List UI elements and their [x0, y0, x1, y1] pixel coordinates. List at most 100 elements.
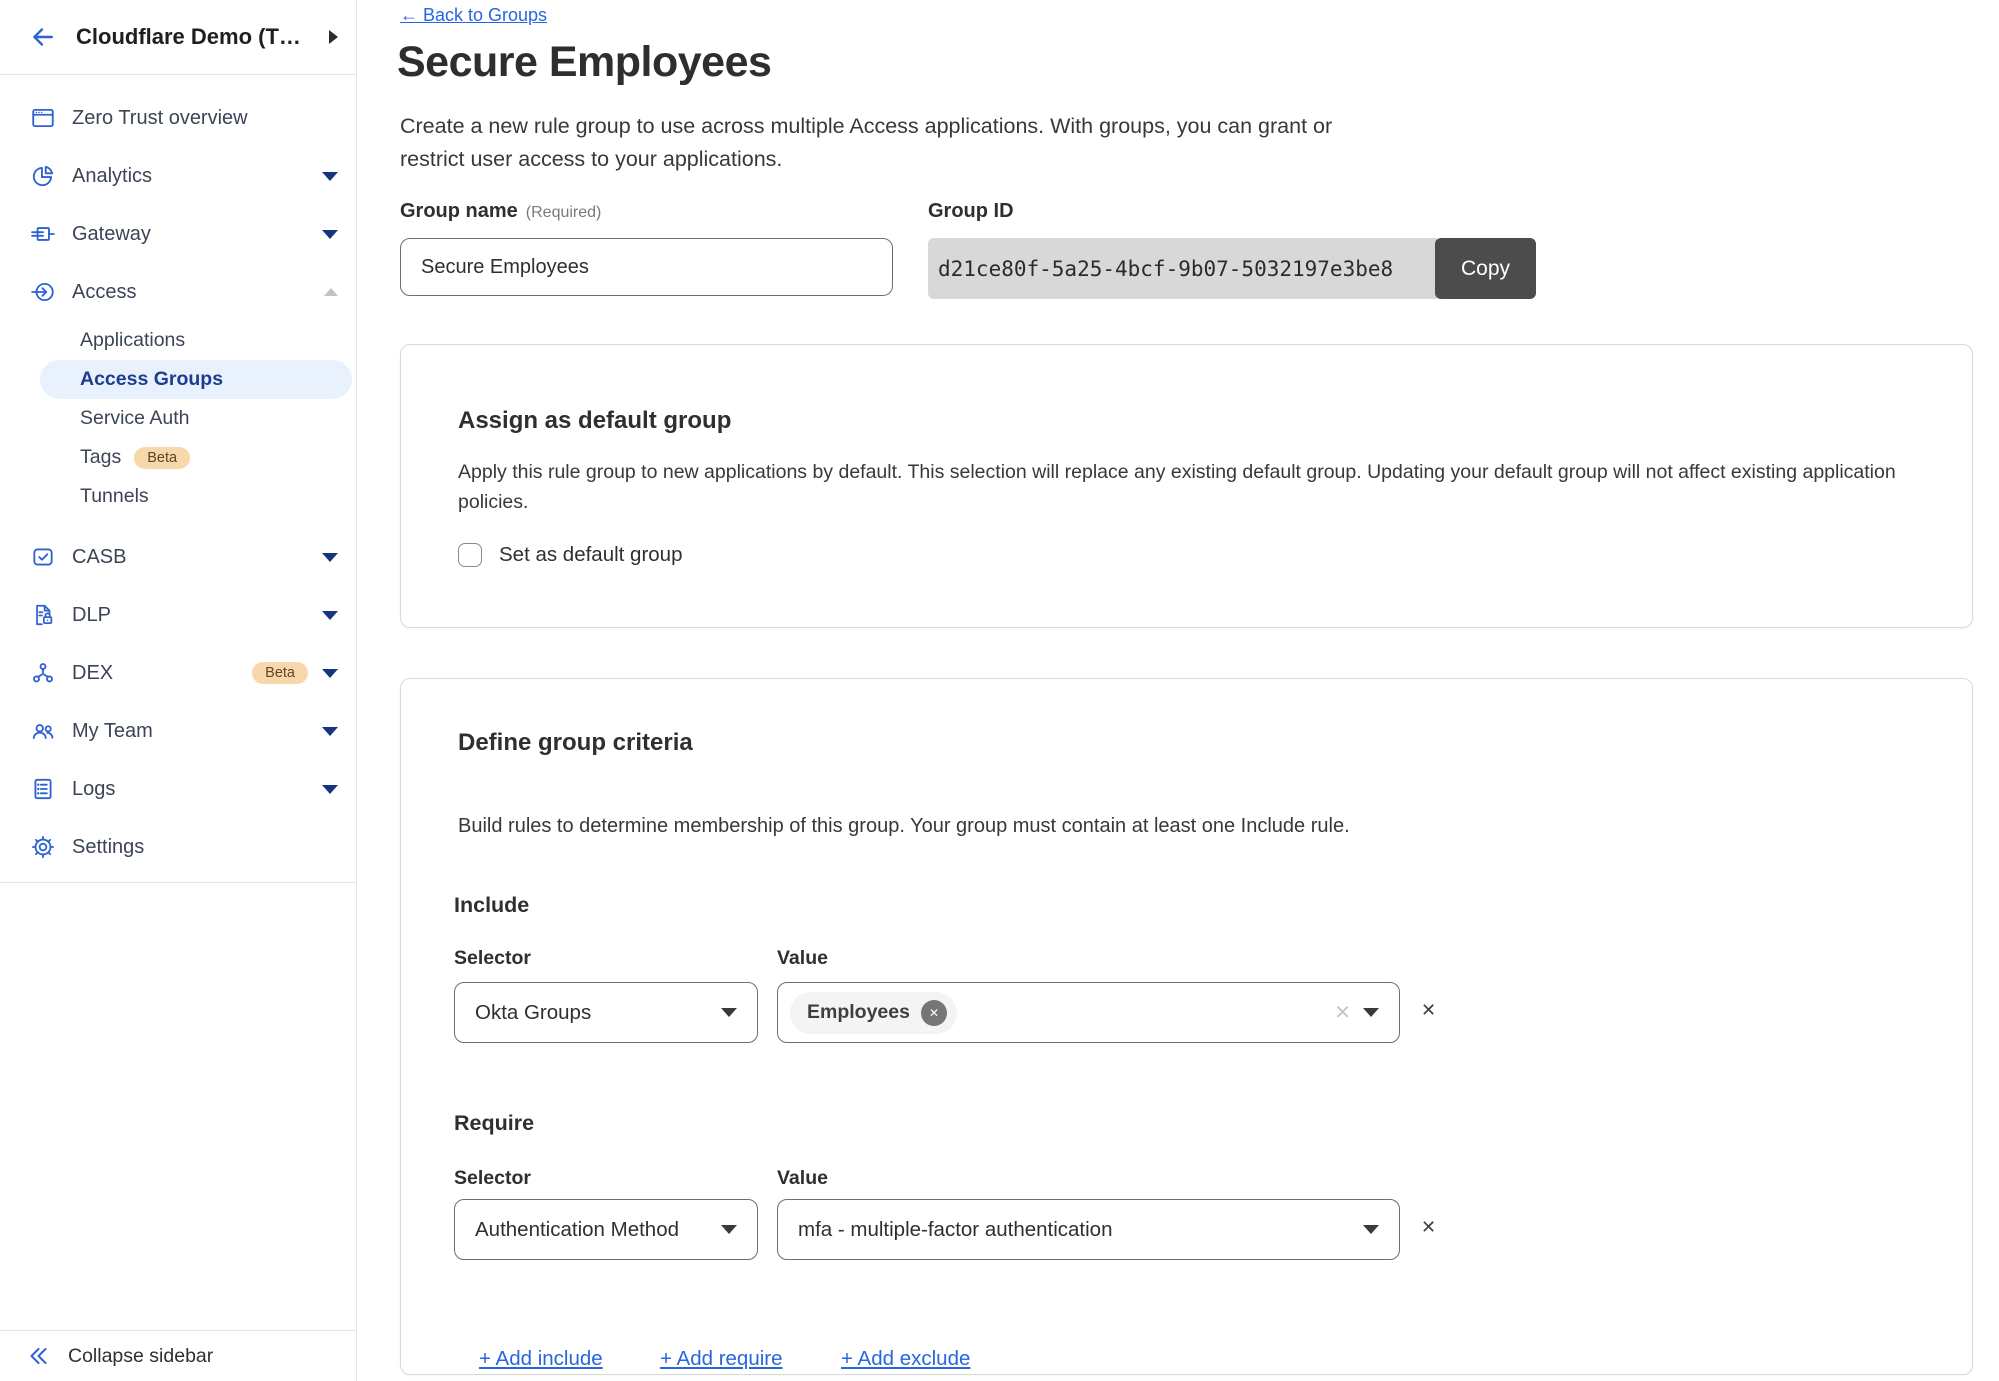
include-heading: Include [454, 893, 529, 918]
chevron-down-icon[interactable] [322, 553, 338, 562]
sidebar-item-label: Settings [72, 836, 338, 859]
access-login-icon [30, 279, 56, 305]
include-rule-row: Okta Groups Employees ✕ ✕ ✕ [454, 982, 1494, 1043]
back-arrow-icon[interactable] [28, 24, 56, 50]
add-require-link[interactable]: + Add require [660, 1347, 783, 1371]
sidebar-item-label: CASB [72, 546, 322, 569]
include-selector-value: Okta Groups [475, 1001, 709, 1025]
overview-window-icon [30, 105, 56, 131]
remove-include-rule-icon[interactable]: ✕ [1421, 1000, 1436, 1021]
logs-list-icon [30, 776, 56, 802]
sidebar-item-label: Gateway [72, 223, 322, 246]
sidebar-item-zero-trust-overview[interactable]: Zero Trust overview [0, 89, 356, 147]
remove-require-rule-icon[interactable]: ✕ [1421, 1217, 1436, 1238]
app-root: Cloudflare Demo (T… Zero Trust overview … [0, 0, 1999, 1381]
default-group-card-title: Assign as default group [458, 407, 731, 435]
sidebar-item-label: Access [72, 281, 324, 304]
require-value-text: mfa - multiple-factor authentication [798, 1218, 1351, 1242]
sidebar-header: Cloudflare Demo (T… [0, 0, 356, 75]
sidebar-item-label: Logs [72, 778, 322, 801]
sidebar-item-label: Service Auth [80, 407, 189, 430]
group-id-field: d21ce80f-5a25-4bcf-9b07-5032197e3be8 Cop… [928, 238, 1536, 299]
sidebar-item-analytics[interactable]: Analytics [0, 147, 356, 205]
set-default-group-checkbox[interactable] [458, 543, 482, 567]
required-hint: (Required) [526, 204, 602, 221]
chevron-down-icon[interactable] [322, 669, 338, 678]
dlp-document-lock-icon [30, 602, 56, 628]
sidebar-item-label: Tags [80, 446, 121, 469]
add-include-link[interactable]: + Add include [479, 1347, 603, 1371]
set-default-group-option[interactable]: Set as default group [458, 543, 683, 567]
analytics-pie-icon [30, 163, 56, 189]
value-label: Value [777, 1167, 828, 1190]
add-exclude-link[interactable]: + Add exclude [841, 1347, 970, 1371]
sidebar-item-dex[interactable]: DEX Beta [0, 644, 356, 702]
sidebar-item-label: Analytics [72, 165, 322, 188]
collapse-sidebar-button[interactable]: Collapse sidebar [0, 1330, 356, 1381]
require-selector-dropdown[interactable]: Authentication Method [454, 1199, 758, 1260]
chevron-up-icon[interactable] [324, 288, 338, 296]
sidebar-item-settings[interactable]: Settings [0, 818, 356, 876]
page-description: Create a new rule group to use across mu… [400, 110, 1380, 176]
group-id-label: Group ID [928, 200, 1014, 223]
sidebar-item-dlp[interactable]: DLP [0, 586, 356, 644]
sidebar-item-gateway[interactable]: Gateway [0, 205, 356, 263]
chevron-down-icon [1363, 1008, 1379, 1017]
default-group-card-description: Apply this rule group to new application… [458, 457, 1928, 517]
page-title: Secure Employees [397, 38, 771, 87]
clear-values-icon[interactable]: ✕ [1334, 1000, 1351, 1025]
copy-button[interactable]: Copy [1435, 238, 1536, 299]
sidebar-item-applications[interactable]: Applications [0, 321, 356, 360]
beta-badge: Beta [134, 447, 190, 469]
sidebar-item-casb[interactable]: CASB [0, 528, 356, 586]
gateway-icon [30, 221, 56, 247]
chevron-down-icon [1363, 1225, 1379, 1234]
chevron-down-icon[interactable] [322, 785, 338, 794]
chevron-down-icon[interactable] [322, 172, 338, 181]
sidebar-item-label: DEX [72, 662, 239, 685]
group-name-label: Group name(Required) [400, 200, 601, 223]
value-label: Value [777, 947, 828, 970]
include-value-multiselect[interactable]: Employees ✕ ✕ [777, 982, 1400, 1043]
require-selector-value: Authentication Method [475, 1218, 709, 1242]
sidebar: Cloudflare Demo (T… Zero Trust overview … [0, 0, 357, 1381]
chevron-down-icon [721, 1225, 737, 1234]
sidebar-divider [0, 882, 356, 883]
sidebar-item-tunnels[interactable]: Tunnels [0, 477, 356, 516]
value-chip: Employees ✕ [790, 992, 957, 1034]
sidebar-item-label: Zero Trust overview [72, 107, 338, 130]
sidebar-item-access[interactable]: Access [0, 263, 356, 321]
chevron-down-icon[interactable] [322, 611, 338, 620]
selector-label: Selector [454, 1167, 531, 1190]
chevron-down-icon[interactable] [322, 727, 338, 736]
sidebar-item-label: Applications [80, 329, 185, 352]
access-sub-menu: Applications Access Groups Service Auth … [0, 321, 356, 516]
gear-icon [30, 834, 56, 860]
sidebar-nav: Zero Trust overview Analytics Gateway [0, 89, 356, 883]
set-default-group-label: Set as default group [499, 543, 683, 567]
chevron-down-icon [721, 1008, 737, 1017]
sidebar-item-tags[interactable]: Tags Beta [0, 438, 356, 477]
sidebar-item-access-groups[interactable]: Access Groups [40, 360, 352, 399]
include-selector-dropdown[interactable]: Okta Groups [454, 982, 758, 1043]
selector-label: Selector [454, 947, 531, 970]
require-heading: Require [454, 1111, 534, 1136]
criteria-card-description: Build rules to determine membership of t… [458, 811, 1928, 841]
casb-check-icon [30, 544, 56, 570]
team-people-icon [30, 718, 56, 744]
sidebar-item-service-auth[interactable]: Service Auth [0, 399, 356, 438]
sidebar-item-label: DLP [72, 604, 322, 627]
back-to-groups-link[interactable]: ← Back to Groups [400, 5, 547, 26]
account-title: Cloudflare Demo (T… [76, 24, 329, 50]
group-name-input[interactable] [400, 238, 893, 296]
chevron-down-icon[interactable] [322, 230, 338, 239]
dex-network-icon [30, 660, 56, 686]
chip-remove-icon[interactable]: ✕ [921, 1000, 947, 1026]
require-rule-row: Authentication Method mfa - multiple-fac… [454, 1199, 1494, 1260]
beta-badge: Beta [252, 662, 308, 684]
sidebar-item-logs[interactable]: Logs [0, 760, 356, 818]
value-chip-label: Employees [807, 1001, 910, 1024]
sidebar-item-my-team[interactable]: My Team [0, 702, 356, 760]
chevron-right-icon[interactable] [329, 30, 338, 44]
require-value-dropdown[interactable]: mfa - multiple-factor authentication [777, 1199, 1400, 1260]
